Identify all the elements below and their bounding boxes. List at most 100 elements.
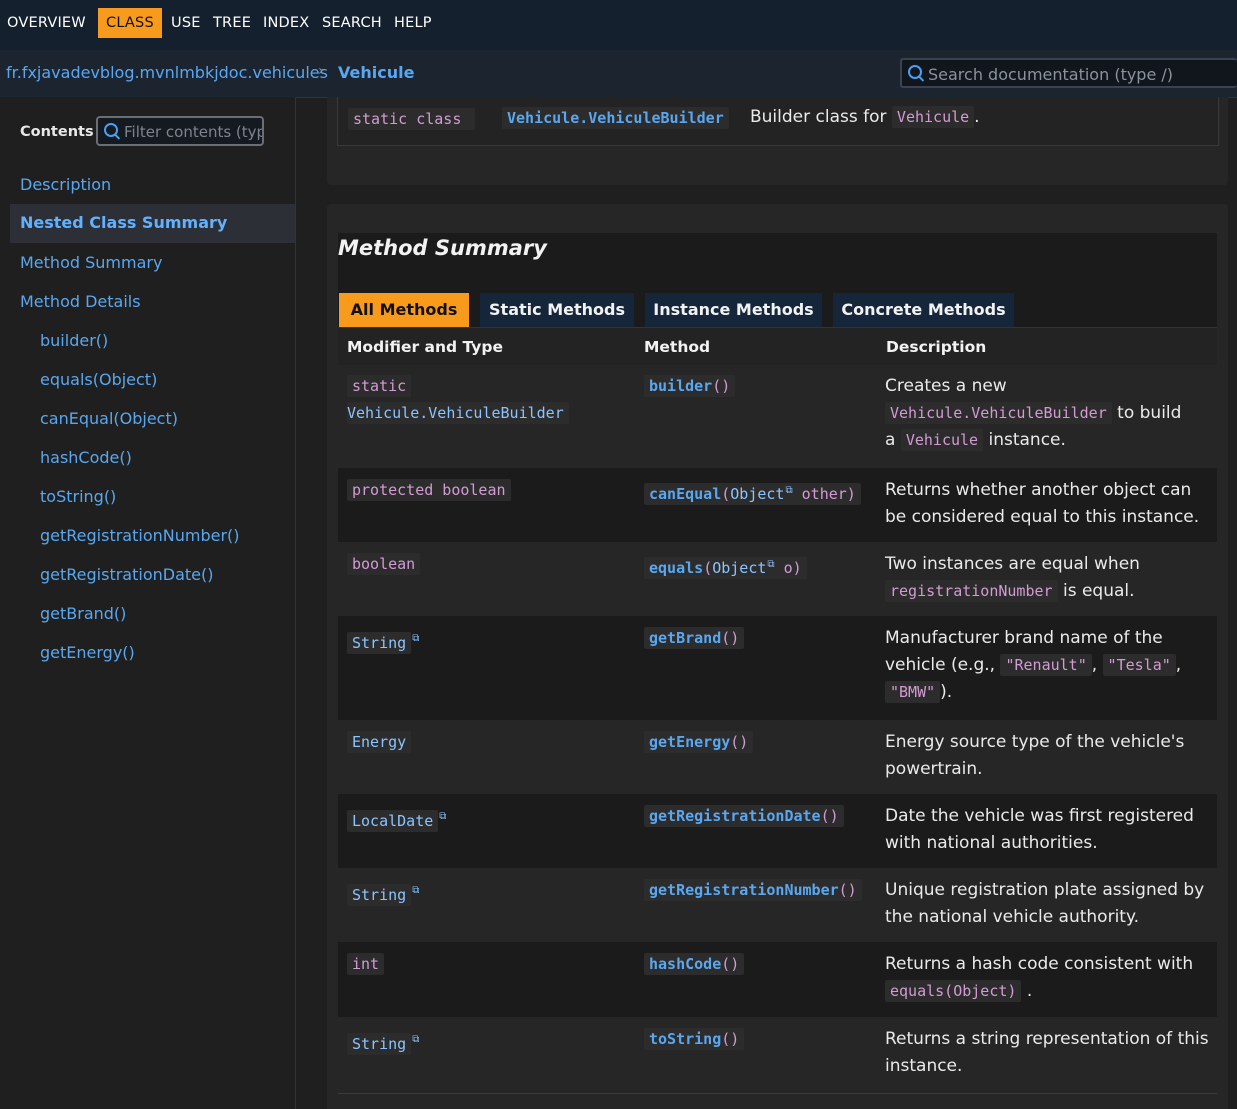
table-row: protected boolean canEqual(Object⧉ other…	[338, 468, 1217, 542]
nested-class-description: Builder class for Vehicule.	[750, 106, 980, 128]
filter-box	[96, 116, 264, 146]
row-description: Date the vehicle was first registered wit…	[885, 806, 1194, 853]
nav-class[interactable]: CLASS	[98, 8, 162, 38]
tab-all-methods[interactable]: All Methods	[339, 293, 469, 327]
table-header: Modifier and Type Method Description	[338, 327, 1217, 366]
sidebar-item-getenergy[interactable]: getEnergy()	[40, 643, 135, 662]
method-link-tostring[interactable]: toString()	[644, 1028, 745, 1050]
filter-input[interactable]	[122, 118, 264, 146]
row-modifier: String ⧉	[347, 877, 419, 909]
filter-search-icon	[104, 123, 118, 137]
nested-class-summary-section: static class Vehicule.VehiculeBuilder Bu…	[327, 97, 1228, 185]
breadcrumb-package-link[interactable]: fr.fxjavadevblog.mvnlmbkjdoc.vehicules	[6, 63, 328, 82]
method-link-canequal[interactable]: canEqual(Object⧉ other)	[644, 483, 861, 505]
search-icon	[908, 65, 922, 79]
row-modifier: String ⧉	[347, 1026, 419, 1058]
row-method: canEqual(Object⧉ other)	[644, 477, 861, 508]
sidebar-item-nested-class-summary[interactable]: Nested Class Summary	[10, 204, 295, 243]
top-navigation: OVERVIEW CLASS USE TREE INDEX SEARCH HEL…	[0, 0, 1237, 50]
external-link-icon: ⧉	[412, 885, 420, 896]
row-modifier: static Vehicule.VehiculeBuilder	[347, 373, 569, 427]
column-header-method: Method	[644, 338, 711, 356]
row-description: Returns a hash code consistent with equal…	[885, 954, 1194, 1002]
method-link-getenergy[interactable]: getEnergy()	[644, 731, 754, 753]
sidebar-item-tostring[interactable]: toString()	[40, 487, 116, 506]
nav-search[interactable]: SEARCH	[322, 8, 382, 38]
row-method: builder()	[644, 373, 736, 400]
row-method: getEnergy()	[644, 729, 754, 756]
table-bottom-divider	[338, 1093, 1217, 1094]
tab-concrete-methods[interactable]: Concrete Methods	[833, 293, 1014, 327]
row-description: Energy source type of the vehicle's power…	[885, 732, 1185, 779]
tab-instance-methods[interactable]: Instance Methods	[645, 293, 822, 327]
row-method: toString()	[644, 1026, 745, 1053]
method-link-getregistrationdate[interactable]: getRegistrationDate()	[644, 805, 844, 827]
row-modifier: protected boolean	[347, 477, 511, 504]
sidebar-item-getregistrationdate[interactable]: getRegistrationDate()	[40, 565, 213, 584]
sidebar-item-equals[interactable]: equals(Object)	[40, 370, 157, 389]
method-link-getregistrationnumber[interactable]: getRegistrationNumber()	[644, 879, 862, 901]
sidebar-item-method-details[interactable]: Method Details	[20, 292, 141, 311]
table-row: Energy getEnergy() Energy source type of…	[338, 720, 1217, 794]
external-link-icon: ⧉	[439, 811, 447, 822]
equals-link[interactable]: equals(Object)	[885, 980, 1022, 1002]
nav-help[interactable]: HELP	[394, 8, 432, 38]
breadcrumb-separator-icon: ›	[318, 63, 324, 79]
sidebar-item-getregistrationnumber[interactable]: getRegistrationNumber()	[40, 526, 240, 545]
row-description: Returns whether another object can be con…	[885, 480, 1200, 527]
breadcrumb-class-link[interactable]: Vehicule	[338, 63, 414, 82]
search-box	[900, 58, 1237, 88]
method-link-equals[interactable]: equals(Object⧉ o)	[644, 557, 807, 579]
column-header-modifier: Modifier and Type	[347, 338, 503, 356]
sidebar-item-label: Nested Class Summary	[20, 213, 228, 232]
external-link-icon: ⧉	[412, 633, 420, 644]
row-modifier: String ⧉	[347, 625, 419, 657]
row-modifier: int	[347, 951, 385, 978]
row-modifier: LocalDate ⧉	[347, 803, 446, 835]
table-row: String ⧉ getRegistrationNumber() Unique r…	[338, 868, 1217, 942]
method-link-builder[interactable]: builder()	[644, 375, 736, 397]
sidebar-item-hashcode[interactable]: hashCode()	[40, 448, 132, 467]
table-row: int hashCode() Returns a hash code consi…	[338, 942, 1217, 1017]
row-description: Returns a string representation of this i…	[885, 1029, 1209, 1076]
row-description: Two instances are equal when registration…	[885, 554, 1140, 602]
nav-tree[interactable]: TREE	[213, 8, 251, 38]
sidebar-item-method-summary[interactable]: Method Summary	[20, 253, 162, 272]
contents-heading: Contents	[20, 124, 94, 140]
row-method: getBrand()	[644, 625, 745, 652]
row-description: Unique registration plate assigned by the…	[885, 880, 1205, 927]
nested-class-modifier: static class	[348, 108, 476, 130]
table-row: String ⧉ toString() Returns a string repr…	[338, 1017, 1217, 1093]
nav-use[interactable]: USE	[171, 8, 201, 38]
table-row: boolean equals(Object⧉ o) Two instances …	[338, 542, 1217, 616]
sidebar-item-canequal[interactable]: canEqual(Object)	[40, 409, 178, 428]
row-method: hashCode()	[644, 951, 745, 978]
external-link-icon: ⧉	[412, 1034, 420, 1045]
method-link-hashcode[interactable]: hashCode()	[644, 953, 745, 975]
row-modifier: Energy	[347, 729, 412, 756]
nav-overview[interactable]: OVERVIEW	[7, 8, 86, 38]
tab-static-methods[interactable]: Static Methods	[480, 293, 634, 327]
sidebar: Contents Description Nested Class Summar…	[0, 97, 296, 1109]
method-link-getbrand[interactable]: getBrand()	[644, 627, 745, 649]
sidebar-item-description[interactable]: Description	[20, 175, 111, 194]
row-description: Manufacturer brand name of the vehicle (…	[885, 628, 1182, 703]
sidebar-item-getbrand[interactable]: getBrand()	[40, 604, 126, 623]
column-header-description: Description	[886, 338, 987, 356]
table-row: String ⧉ getBrand() Manufacturer brand na…	[338, 616, 1217, 720]
row-method: getRegistrationDate()	[644, 803, 844, 830]
row-method: getRegistrationNumber()	[644, 877, 862, 904]
table-row: static Vehicule.VehiculeBuilder builder(…	[338, 365, 1217, 468]
external-link-icon: ⧉	[785, 485, 793, 496]
external-link-icon: ⧉	[767, 559, 775, 570]
row-modifier: boolean	[347, 551, 421, 578]
search-input[interactable]	[926, 60, 1230, 88]
sidebar-item-builder[interactable]: builder()	[40, 331, 108, 350]
nested-class-row: static class Vehicule.VehiculeBuilder Bu…	[337, 97, 1219, 146]
type-link-energy[interactable]: Energy	[347, 731, 412, 753]
nav-index[interactable]: INDEX	[263, 8, 309, 38]
method-summary-title: Method Summary	[338, 236, 547, 260]
table-row: LocalDate ⧉ getRegistrationDate() Date th…	[338, 794, 1217, 868]
nested-class-link[interactable]: Vehicule.VehiculeBuilder	[502, 107, 729, 129]
row-description: Creates a new Vehicule.VehiculeBuilder t…	[885, 376, 1182, 451]
